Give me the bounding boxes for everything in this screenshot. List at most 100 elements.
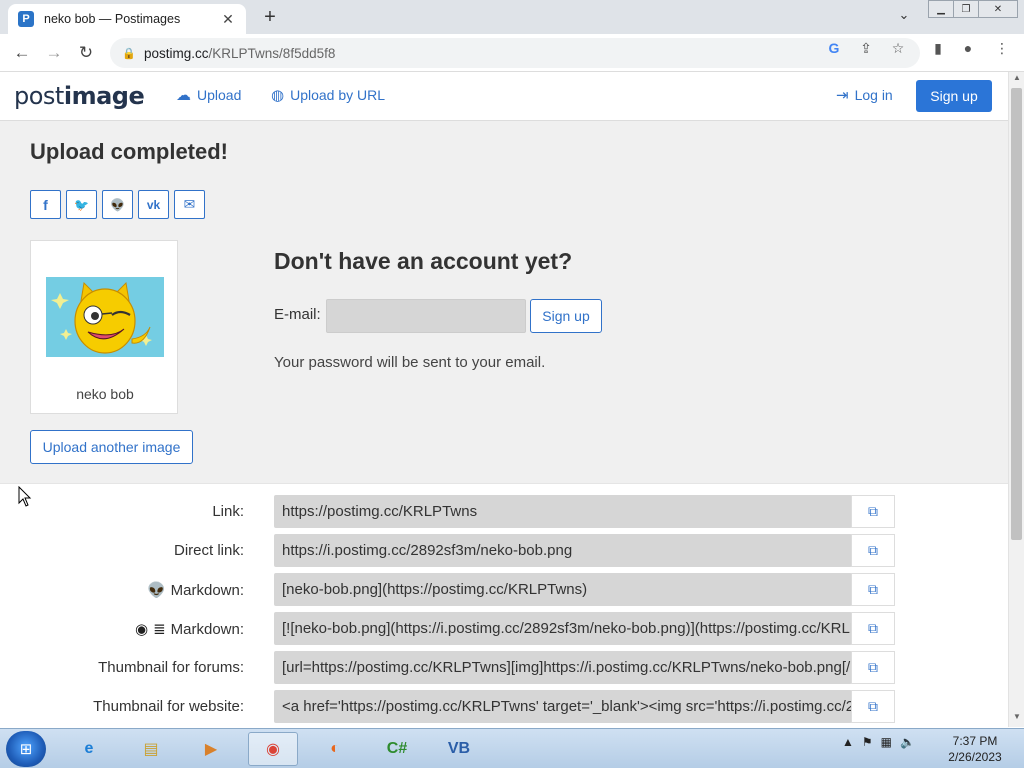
copy-icon[interactable]: ⧉ bbox=[851, 495, 895, 528]
postimage-logo[interactable]: postimage bbox=[14, 82, 145, 110]
browser-tab[interactable]: P neko bob — Postimages ✕ bbox=[8, 4, 246, 34]
tab-search-icon[interactable]: ⌄ bbox=[894, 7, 914, 27]
back-icon[interactable]: ← bbox=[8, 39, 36, 67]
vk-share-button[interactable]: vk bbox=[138, 190, 169, 219]
tab-bar: P neko bob — Postimages ✕ + ⌄ ▁ ❐ ✕ bbox=[0, 0, 1024, 34]
direct-link-label: Direct link: bbox=[173, 542, 244, 559]
globe-icon: ◍ bbox=[271, 87, 285, 104]
media-player-icon[interactable]: ▶ bbox=[186, 732, 236, 766]
reddit-icon: 👽 bbox=[146, 582, 166, 599]
github-markdown-field[interactable]: [![neko-bob.png](https://i.postimg.cc/28… bbox=[274, 612, 852, 645]
reddit-markdown-field[interactable]: [neko-bob.png](https://postimg.cc/KRLPTw… bbox=[274, 573, 852, 606]
reddit-share-button[interactable]: 👽 bbox=[102, 190, 133, 219]
volume-icon[interactable]: 🔈 bbox=[900, 735, 915, 749]
email-icon: ✉ bbox=[183, 196, 196, 212]
tray-expand-icon[interactable]: ▲ bbox=[842, 735, 854, 749]
network-icon[interactable]: ▦ bbox=[881, 735, 892, 749]
windows-taskbar: ⊞ e ▤ ▶ ◉ ◐ C# VB ▲ ⚑ ▦ 🔈 7:37 PM 2/26/2… bbox=[0, 728, 1024, 768]
menu-icon[interactable]: ⋮ bbox=[992, 40, 1012, 60]
email-signup-button[interactable]: Sign up bbox=[530, 299, 602, 333]
copy-icon[interactable]: ⧉ bbox=[851, 573, 895, 606]
link-row: Link: https://postimg.cc/KRLPTwns ⧉ bbox=[0, 495, 1008, 529]
copy-icon[interactable]: ⧉ bbox=[851, 534, 895, 567]
clock[interactable]: 7:37 PM 2/26/2023 bbox=[940, 733, 1010, 765]
postimages-favicon-icon: P bbox=[18, 11, 34, 27]
restore-button[interactable]: ❐ bbox=[953, 0, 979, 18]
page-title: Upload completed! bbox=[30, 139, 229, 164]
copy-icon[interactable]: ⧉ bbox=[851, 651, 895, 684]
links-panel: Link: https://postimg.cc/KRLPTwns ⧉ Dire… bbox=[0, 483, 1008, 727]
image-thumbnail-card[interactable]: neko bob bbox=[30, 240, 178, 414]
email-share-button[interactable]: ✉ bbox=[174, 190, 205, 219]
upload-another-button[interactable]: Upload another image bbox=[30, 430, 193, 464]
scroll-down-icon[interactable]: ▼ bbox=[1009, 712, 1024, 726]
internet-explorer-icon[interactable]: e bbox=[64, 732, 114, 766]
website-thumbnail-label: Thumbnail for website: bbox=[93, 698, 244, 715]
chrome-icon[interactable]: ◉ bbox=[248, 732, 298, 766]
website-thumbnail-row: Thumbnail for website: <a href='https://… bbox=[0, 690, 1008, 724]
upload-by-url-label: Upload by URL bbox=[290, 87, 386, 103]
forward-icon[interactable]: → bbox=[40, 39, 68, 67]
mouse-cursor-icon bbox=[18, 486, 32, 507]
website-thumbnail-field[interactable]: <a href='https://postimg.cc/KRLPTwns' ta… bbox=[274, 690, 852, 723]
flag-icon[interactable]: ⚑ bbox=[862, 735, 873, 749]
visual-csharp-icon[interactable]: C# bbox=[372, 732, 422, 766]
url-field[interactable]: 🔒 postimg.cc/KRLPTwns/8f5dd5f8 bbox=[110, 38, 920, 68]
profile-icon[interactable]: ● bbox=[958, 40, 978, 60]
file-explorer-icon[interactable]: ▤ bbox=[126, 732, 176, 766]
upload-link[interactable]: ☁ Upload bbox=[176, 86, 241, 104]
email-label: E-mail: bbox=[274, 306, 321, 323]
reload-icon[interactable]: ↻ bbox=[72, 39, 100, 67]
login-label: Log in bbox=[854, 87, 893, 103]
link-label: Link: bbox=[212, 503, 244, 520]
link-field[interactable]: https://postimg.cc/KRLPTwns bbox=[274, 495, 852, 528]
firefox-icon[interactable]: ◐ bbox=[310, 732, 360, 766]
start-button[interactable]: ⊞ bbox=[6, 731, 46, 767]
copy-icon[interactable]: ⧉ bbox=[851, 690, 895, 723]
google-icon[interactable]: G bbox=[824, 40, 844, 60]
share-icon[interactable]: ⇪ bbox=[856, 40, 876, 60]
github-markdown-label-group: ◉ ≣ Markdown: bbox=[135, 620, 244, 639]
scrollbar-thumb[interactable] bbox=[1011, 88, 1022, 540]
cloud-upload-icon: ☁ bbox=[176, 87, 191, 104]
facebook-share-button[interactable]: f bbox=[30, 190, 61, 219]
facebook-icon: f bbox=[43, 196, 48, 213]
star-icon[interactable]: ☆ bbox=[888, 40, 908, 60]
browser-chrome: P neko bob — Postimages ✕ + ⌄ ▁ ❐ ✕ ← → … bbox=[0, 0, 1024, 72]
visual-basic-icon[interactable]: VB bbox=[434, 732, 484, 766]
share-buttons: f 🐦 👽 vk ✉ bbox=[30, 190, 205, 219]
scroll-up-icon[interactable]: ▲ bbox=[1009, 73, 1024, 87]
new-tab-button[interactable]: + bbox=[258, 5, 282, 29]
login-link[interactable]: ⇥ Log in bbox=[836, 86, 893, 104]
account-heading: Don't have an account yet? bbox=[274, 248, 573, 274]
thumbnail-caption: neko bob bbox=[76, 386, 134, 402]
page-content: postimage ☁ Upload ◍ Upload by URL ⇥ Log… bbox=[0, 72, 1008, 727]
direct-link-row: Direct link: https://i.postimg.cc/2892sf… bbox=[0, 534, 1008, 568]
thumbnail-image[interactable] bbox=[46, 277, 164, 357]
tab-title: neko bob — Postimages bbox=[44, 12, 181, 26]
copy-icon[interactable]: ⧉ bbox=[851, 612, 895, 645]
minimize-button[interactable]: ▁ bbox=[928, 0, 954, 18]
forum-thumbnail-field[interactable]: [url=https://postimg.cc/KRLPTwns][img]ht… bbox=[274, 651, 852, 684]
twitter-share-button[interactable]: 🐦 bbox=[66, 190, 97, 219]
close-window-button[interactable]: ✕ bbox=[978, 0, 1018, 18]
sidepanel-icon[interactable]: ▮ bbox=[928, 40, 948, 60]
logo-text-light: post bbox=[14, 82, 64, 110]
login-icon: ⇥ bbox=[836, 87, 849, 104]
header-signup-button[interactable]: Sign up bbox=[916, 80, 992, 112]
stackoverflow-icon: ≣ bbox=[153, 621, 166, 638]
system-tray: ▲ ⚑ ▦ 🔈 bbox=[842, 735, 915, 749]
reddit-icon: 👽 bbox=[110, 197, 125, 212]
direct-link-field[interactable]: https://i.postimg.cc/2892sf3m/neko-bob.p… bbox=[274, 534, 852, 567]
email-field[interactable] bbox=[326, 299, 526, 333]
github-markdown-label: Markdown: bbox=[170, 620, 244, 638]
logo-text-bold: image bbox=[63, 82, 145, 110]
page-scrollbar[interactable]: ▲ ▼ bbox=[1008, 72, 1024, 727]
reddit-markdown-label: Markdown: bbox=[170, 581, 244, 599]
close-tab-icon[interactable]: ✕ bbox=[220, 11, 236, 27]
github-markdown-row: ◉ ≣ Markdown: [![neko-bob.png](https://i… bbox=[0, 612, 1008, 646]
upload-link-label: Upload bbox=[197, 87, 242, 103]
upload-by-url-link[interactable]: ◍ Upload by URL bbox=[271, 86, 385, 104]
clock-date: 2/26/2023 bbox=[948, 750, 1002, 764]
twitter-icon: 🐦 bbox=[74, 197, 89, 212]
